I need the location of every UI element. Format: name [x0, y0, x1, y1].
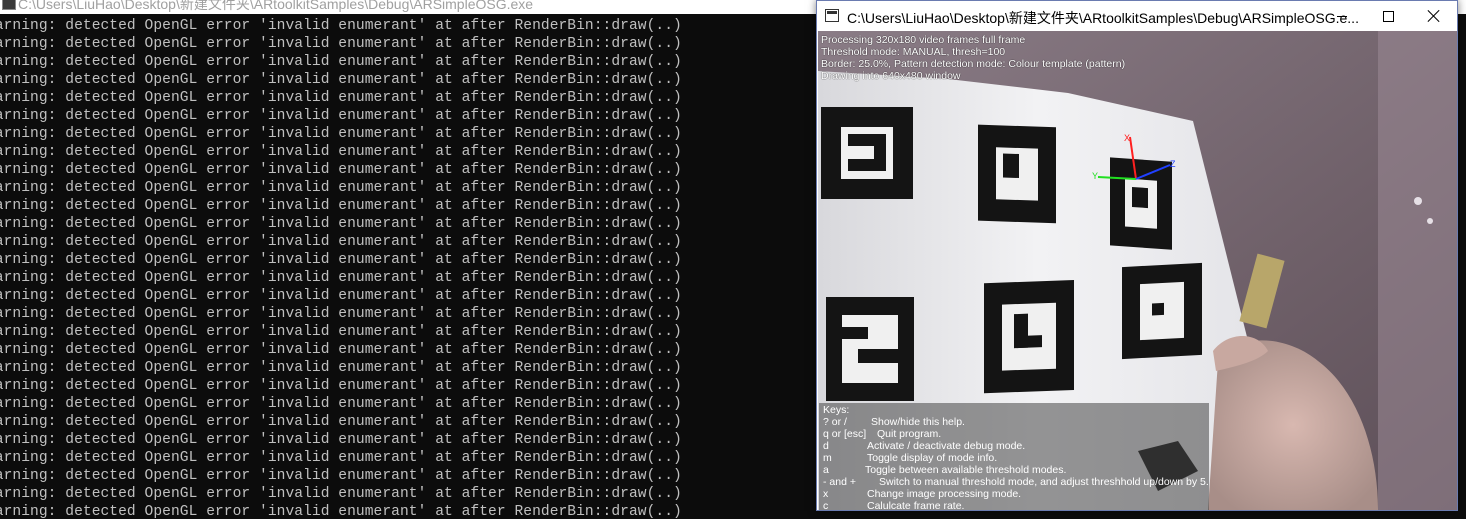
console-line: Warning: detected OpenGL error 'invalid …	[0, 342, 682, 358]
console-line: Warning: detected OpenGL error 'invalid …	[0, 378, 682, 394]
help-row: q or [esc] Quit program.	[823, 428, 1209, 440]
console-line: Warning: detected OpenGL error 'invalid …	[0, 198, 682, 214]
console-line: Warning: detected OpenGL error 'invalid …	[0, 234, 682, 250]
axis-x-label: X	[1124, 133, 1130, 143]
ar-titlebar[interactable]: C:\Users\LiuHao\Desktop\新建文件夹\ARtoolkitS…	[817, 1, 1457, 31]
help-row: - and + Switch to manual threshold mode, …	[823, 476, 1209, 488]
info-border: Border: 25.0%, Pattern detection mode: C…	[821, 58, 1126, 70]
console-app-icon	[2, 0, 16, 10]
marker-6	[1122, 262, 1202, 360]
console-line: Warning: detected OpenGL error 'invalid …	[0, 504, 682, 519]
console-line: Warning: detected OpenGL error 'invalid …	[0, 270, 682, 286]
console-line: Warning: detected OpenGL error 'invalid …	[0, 306, 682, 322]
help-desc: Quit program.	[877, 428, 942, 440]
console-line: Warning: detected OpenGL error 'invalid …	[0, 288, 682, 304]
console-line: Warning: detected OpenGL error 'invalid …	[0, 414, 682, 430]
marker-2	[978, 124, 1056, 224]
axis-z-label: Z	[1170, 159, 1176, 169]
console-line: Warning: detected OpenGL error 'invalid …	[0, 252, 682, 268]
ar-window-title: C:\Users\LiuHao\Desktop\新建文件夹\ARtoolkitS…	[847, 10, 1359, 26]
help-key: - and +	[823, 476, 856, 488]
console-title: C:\Users\LiuHao\Desktop\新建文件夹\ARtoolkitS…	[18, 0, 534, 12]
console-line: Warning: detected OpenGL error 'invalid …	[0, 486, 682, 502]
console-line: Warning: detected OpenGL error 'invalid …	[0, 90, 682, 106]
axis-y-label: Y	[1092, 171, 1098, 181]
console-output[interactable]: Warning: detected OpenGL error 'invalid …	[0, 14, 806, 519]
maximize-button[interactable]	[1365, 1, 1411, 31]
console-line: Warning: detected OpenGL error 'invalid …	[0, 396, 682, 412]
console-line: Warning: detected OpenGL error 'invalid …	[0, 360, 682, 376]
minimize-icon	[1337, 15, 1347, 17]
marker-3	[1110, 157, 1172, 250]
close-icon	[1427, 9, 1441, 23]
console-line: Warning: detected OpenGL error 'invalid …	[0, 54, 682, 70]
console-line: Warning: detected OpenGL error 'invalid …	[0, 144, 682, 160]
console-line: Warning: detected OpenGL error 'invalid …	[0, 324, 682, 340]
help-key: x	[823, 488, 829, 500]
console-line: Warning: detected OpenGL error 'invalid …	[0, 72, 682, 88]
help-row: x Change image processing mode.	[823, 488, 1209, 500]
marker-5	[984, 280, 1074, 394]
video-view[interactable]: X Y Z Processing 320x180 video frames fu…	[818, 31, 1457, 510]
help-desc: Toggle between available threshold modes…	[865, 464, 1067, 476]
info-processing: Processing 320x180 video frames full fra…	[821, 34, 1026, 46]
close-button[interactable]	[1411, 1, 1457, 31]
help-desc: Show/hide this help.	[871, 416, 965, 428]
console-line: Warning: detected OpenGL error 'invalid …	[0, 162, 682, 178]
help-key: q or [esc]	[823, 428, 867, 440]
help-desc: Toggle display of mode info.	[867, 452, 998, 464]
ar-window[interactable]: C:\Users\LiuHao\Desktop\新建文件夹\ARtoolkitS…	[816, 0, 1458, 511]
console-line: Warning: detected OpenGL error 'invalid …	[0, 432, 682, 448]
help-row: ? or / Show/hide this help.	[823, 416, 1209, 428]
console-line: Warning: detected OpenGL error 'invalid …	[0, 108, 682, 124]
help-key: a	[823, 464, 829, 476]
help-desc: Calulcate frame rate.	[867, 500, 965, 510]
console-line: Warning: detected OpenGL error 'invalid …	[0, 36, 682, 52]
help-overlay: Keys: ? or / Show/hide this help. q or [es…	[819, 403, 1209, 510]
help-desc: Change image processing mode.	[867, 488, 1022, 500]
help-heading: Keys:	[823, 404, 850, 416]
help-row: d Activate / deactivate debug mode.	[823, 440, 1209, 452]
console-line: Warning: detected OpenGL error 'invalid …	[0, 468, 682, 484]
help-row: c Calulcate frame rate.	[823, 500, 1209, 510]
help-key: d	[823, 440, 829, 452]
help-row: m Toggle display of mode info.	[823, 452, 1209, 464]
help-desc: Activate / deactivate debug mode.	[867, 440, 1026, 452]
help-key: ? or /	[823, 416, 847, 428]
console-line: Warning: detected OpenGL error 'invalid …	[0, 126, 682, 142]
help-row: a Toggle between available threshold mode…	[823, 464, 1209, 476]
console-line: Warning: detected OpenGL error 'invalid …	[0, 180, 682, 196]
marker-1	[821, 107, 913, 199]
help-key: c	[823, 500, 829, 510]
window-app-icon	[825, 9, 839, 22]
minimize-button[interactable]	[1319, 1, 1365, 31]
console-line: Warning: detected OpenGL error 'invalid …	[0, 18, 682, 34]
info-drawing: Drawing into 640x480 window	[821, 70, 961, 82]
help-desc: Switch to manual threshold mode, and adj…	[879, 476, 1209, 488]
console-line: Warning: detected OpenGL error 'invalid …	[0, 450, 682, 466]
marker-4	[826, 297, 914, 401]
maximize-icon	[1382, 10, 1394, 22]
help-key: m	[823, 452, 832, 464]
info-threshold: Threshold mode: MANUAL, thresh=100	[821, 46, 1006, 58]
console-line: Warning: detected OpenGL error 'invalid …	[0, 216, 682, 232]
